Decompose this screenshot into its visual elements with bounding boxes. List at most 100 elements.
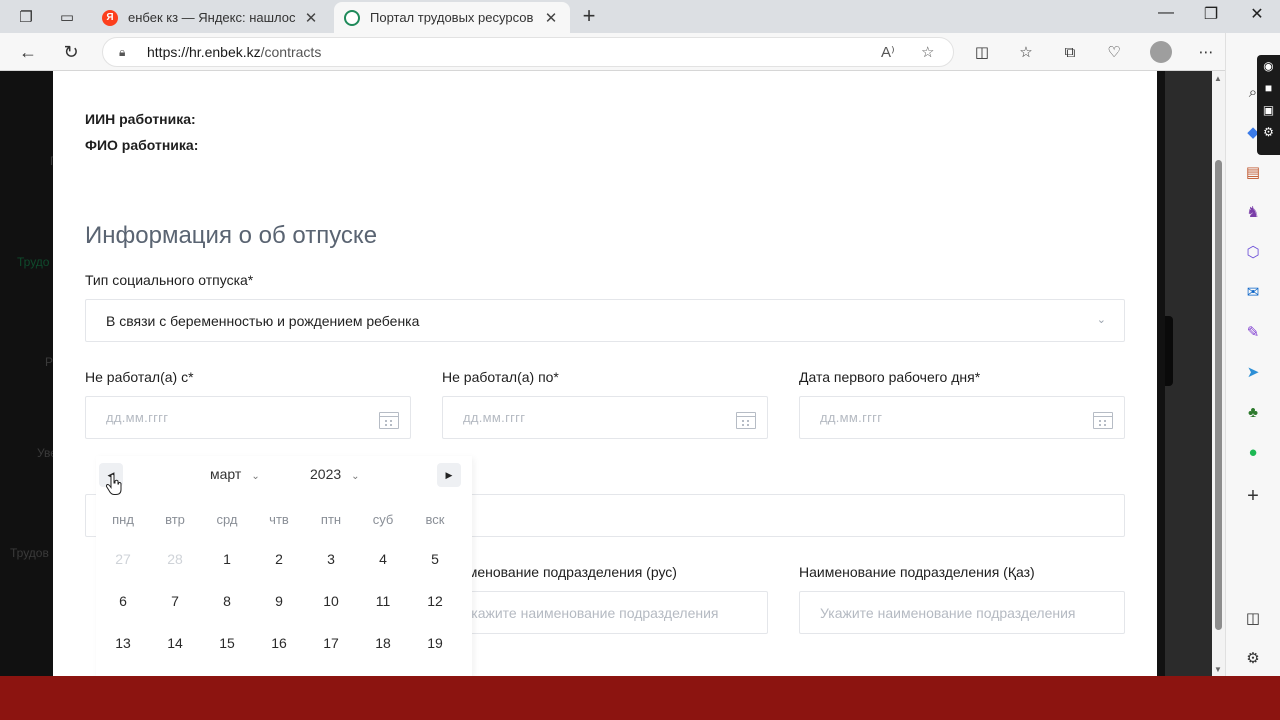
calendar-day[interactable]: 19 (409, 635, 461, 651)
calendar-day[interactable]: 13 (97, 635, 149, 651)
split-screen-icon[interactable]: ◫ (971, 41, 993, 63)
weekday-header: вск (425, 512, 445, 527)
gear-icon[interactable]: ⚙ (1257, 121, 1280, 143)
calendar-day[interactable]: 17 (305, 635, 357, 651)
calendar-icon[interactable] (736, 412, 756, 429)
from-date-input[interactable]: дд.мм.гггг (85, 396, 411, 439)
tab-title: енбек кз — Яндекс: нашлось 6 тыс. резуль… (128, 10, 296, 25)
camera-icon[interactable]: ◉ (1257, 55, 1280, 77)
calendar-day[interactable]: 16 (253, 635, 305, 651)
calendar-day[interactable]: 11 (357, 593, 409, 609)
month-select[interactable]: март ⌄ (210, 466, 260, 482)
minimize-icon[interactable]: — (1151, 4, 1181, 22)
sidebar-layout-icon[interactable]: ◫ (1242, 607, 1264, 629)
calendar-day[interactable]: 2 (253, 551, 305, 567)
date-placeholder: дд.мм.гггг (820, 410, 883, 425)
dept-kz-placeholder: Укажите наименование подразделения (820, 605, 1076, 621)
leave-modal: ИИН работника: ФИО работника: Информация… (53, 71, 1157, 676)
datepicker-popup: ◀ март⌄ 2023⌄ ▶ пндвтрсрдчтвптнсубвск272… (96, 456, 472, 676)
workspaces-icon[interactable]: ❐ (15, 6, 37, 28)
scroll-down-icon[interactable]: ▼ (1214, 665, 1222, 674)
outlook-icon[interactable]: ✉ (1242, 281, 1264, 303)
calendar-day[interactable]: 8 (201, 593, 253, 609)
new-tab-icon[interactable]: + (578, 5, 600, 27)
tab-enbek[interactable]: Портал трудовых ресурсов ✕ (334, 2, 570, 33)
weekday-header: суб (372, 512, 394, 527)
background-nav-item: Трудо (17, 255, 50, 269)
dept-kz-input[interactable]: Укажите наименование подразделения (799, 591, 1125, 634)
weekday-header: втр (165, 512, 185, 527)
calendar-day[interactable]: 5 (409, 551, 461, 567)
calendar-day[interactable]: 7 (149, 593, 201, 609)
calendar-day[interactable]: 6 (97, 593, 149, 609)
yandex-icon: Я (102, 9, 118, 26)
calendar-day[interactable]: 12 (409, 593, 461, 609)
weekday-header: срд (216, 512, 238, 527)
from-date-label: Не работал(а) с* (85, 369, 194, 385)
leave-type-select[interactable]: В связи с беременностью и рождением ребе… (85, 299, 1125, 342)
year-select[interactable]: 2023 ⌄ (310, 466, 360, 482)
read-aloud-icon[interactable]: A⁾ (881, 43, 895, 61)
dept-ru-input[interactable]: Укажите наименование подразделения (442, 591, 768, 634)
refresh-icon[interactable]: ↻ (58, 40, 84, 64)
restore-icon[interactable]: ❐ (1196, 4, 1226, 24)
calendar-day[interactable]: 4 (357, 551, 409, 567)
date-placeholder: дд.мм.гггг (106, 410, 169, 425)
games-icon[interactable]: ♞ (1242, 201, 1264, 223)
calendar-day[interactable]: 27 (97, 551, 149, 567)
more-menu-icon[interactable]: ⋯ (1195, 41, 1217, 63)
calendar-day[interactable]: 18 (357, 635, 409, 651)
back-icon[interactable]: ← (15, 40, 41, 64)
tab-actions-icon[interactable]: ▭ (56, 6, 78, 28)
lock-icon: 🔒︎ (119, 44, 126, 59)
capture-toolbar: ◉ ■ ▣ ⚙ (1257, 55, 1280, 155)
calendar-day[interactable]: 15 (201, 635, 253, 651)
add-sidebar-app-icon[interactable]: + (1242, 485, 1264, 507)
favorite-star-icon[interactable]: ☆ (921, 43, 934, 61)
tree-icon[interactable]: ♣ (1242, 401, 1264, 423)
calendar-day[interactable]: 28 (149, 551, 201, 567)
performance-icon[interactable]: ♡ (1103, 41, 1125, 63)
scroll-up-icon[interactable]: ▲ (1214, 74, 1222, 83)
first-day-input[interactable]: дд.мм.гггг (799, 396, 1125, 439)
scroll-thumb[interactable] (1215, 160, 1222, 630)
first-day-label: Дата первого рабочего дня* (799, 369, 981, 385)
window-icon[interactable]: ▣ (1257, 99, 1280, 121)
microsoft365-icon[interactable]: ⬡ (1242, 241, 1264, 263)
bottom-banner (0, 676, 1280, 720)
collections-icon[interactable]: ⧉ (1059, 41, 1081, 63)
dept-ru-label: Наименование подразделения (рус) (442, 564, 677, 580)
tab-yandex[interactable]: Я енбек кз — Яндекс: нашлось 6 тыс. резу… (92, 2, 330, 33)
browser-tab-bar: ❐ ▭ Я енбек кз — Яндекс: нашлось 6 тыс. … (0, 0, 1280, 33)
spotify-icon[interactable]: ● (1242, 441, 1264, 463)
profile-avatar[interactable] (1150, 41, 1172, 63)
weekday-header: птн (320, 512, 342, 527)
to-date-input[interactable]: дд.мм.гггг (442, 396, 768, 439)
leave-type-label: Тип социального отпуска* (85, 272, 254, 288)
next-month-button[interactable]: ▶ (437, 463, 461, 487)
favorites-icon[interactable]: ☆ (1015, 41, 1037, 63)
url-text: https://hr.enbek.kz/contracts (147, 44, 322, 60)
tools-icon[interactable]: ▤ (1242, 161, 1264, 183)
calendar-day[interactable]: 1 (201, 551, 253, 567)
video-icon[interactable]: ■ (1257, 77, 1280, 99)
url-bar[interactable]: 🔒︎ https://hr.enbek.kz/contracts A⁾ ☆ (102, 37, 954, 67)
calendar-icon[interactable] (1093, 412, 1113, 429)
calendar-day[interactable]: 3 (305, 551, 357, 567)
calendar-day[interactable]: 14 (149, 635, 201, 651)
page-scrollbar[interactable]: ▲ ▼ (1212, 71, 1225, 676)
overlay-right-strip (1165, 71, 1212, 676)
leave-type-value: В связи с беременностью и рождением ребе… (106, 312, 420, 329)
close-window-icon[interactable]: ✕ (1242, 4, 1272, 24)
close-tab-icon[interactable]: ✕ (302, 9, 320, 27)
background-nav-item: Трудов (10, 546, 49, 560)
telegram-icon[interactable]: ➤ (1242, 361, 1264, 383)
calendar-day[interactable]: 9 (253, 593, 305, 609)
dept-kz-label: Наименование подразделения (Қаз) (799, 564, 1035, 580)
calendar-icon[interactable] (379, 412, 399, 429)
close-tab-icon[interactable]: ✕ (542, 9, 560, 27)
tab-title: Портал трудовых ресурсов (370, 10, 534, 25)
calendar-day[interactable]: 10 (305, 593, 357, 609)
designer-icon[interactable]: ✎ (1242, 321, 1264, 343)
settings-gear-icon[interactable]: ⚙ (1242, 647, 1264, 669)
